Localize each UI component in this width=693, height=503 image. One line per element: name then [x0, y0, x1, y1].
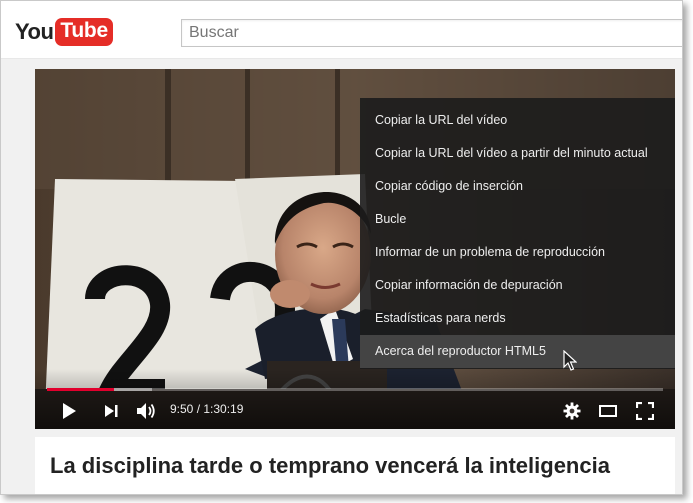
theater-mode-icon: [599, 405, 617, 417]
ctx-copy-video-url-at-time[interactable]: Copiar la URL del vídeo a partir del min…: [360, 137, 675, 170]
ctx-report-playback-issue[interactable]: Informar de un problema de reproducción: [360, 236, 675, 269]
video-title: La disciplina tarde o temprano vencerá l…: [50, 453, 610, 478]
ctx-loop[interactable]: Bucle: [360, 203, 675, 236]
volume-button[interactable]: [134, 399, 158, 423]
player-controls-bar: 9:50 / 1:30:19: [35, 369, 675, 429]
next-button[interactable]: [99, 399, 123, 423]
ctx-copy-debug-info[interactable]: Copiar información de depuración: [360, 269, 675, 302]
next-icon: [105, 405, 118, 417]
logo-tube-badge: Tube: [55, 18, 113, 46]
settings-gear-icon: [563, 402, 581, 420]
time-display: 9:50 / 1:30:19: [170, 402, 244, 416]
volume-icon: [137, 403, 155, 419]
progress-played: [47, 388, 115, 391]
player-context-menu: Copiar la URL del vídeo Copiar la URL de…: [360, 98, 675, 369]
theater-mode-button[interactable]: [596, 399, 620, 423]
settings-button[interactable]: [560, 399, 584, 423]
play-button[interactable]: [57, 399, 81, 423]
fullscreen-icon: [636, 402, 654, 420]
play-icon: [63, 403, 76, 419]
browser-window: You Tube Buscar Copiar la URL del vídeo …: [0, 0, 683, 495]
fullscreen-button[interactable]: [633, 399, 657, 423]
ctx-stats-for-nerds[interactable]: Estadísticas para nerds: [360, 302, 675, 335]
ctx-copy-embed-code[interactable]: Copiar código de inserción: [360, 170, 675, 203]
video-info-card: La disciplina tarde o temprano vencerá l…: [35, 437, 675, 494]
logo-you-text: You: [15, 19, 54, 44]
youtube-logo[interactable]: You Tube: [15, 16, 113, 48]
progress-bar[interactable]: [47, 388, 663, 391]
video-player[interactable]: Copiar la URL del vídeo Copiar la URL de…: [35, 69, 675, 429]
ctx-about-html5-player[interactable]: Acerca del reproductor HTML5: [360, 335, 675, 368]
search-input[interactable]: [181, 19, 682, 47]
ctx-copy-video-url[interactable]: Copiar la URL del vídeo: [360, 104, 675, 137]
masthead: You Tube: [1, 1, 682, 59]
